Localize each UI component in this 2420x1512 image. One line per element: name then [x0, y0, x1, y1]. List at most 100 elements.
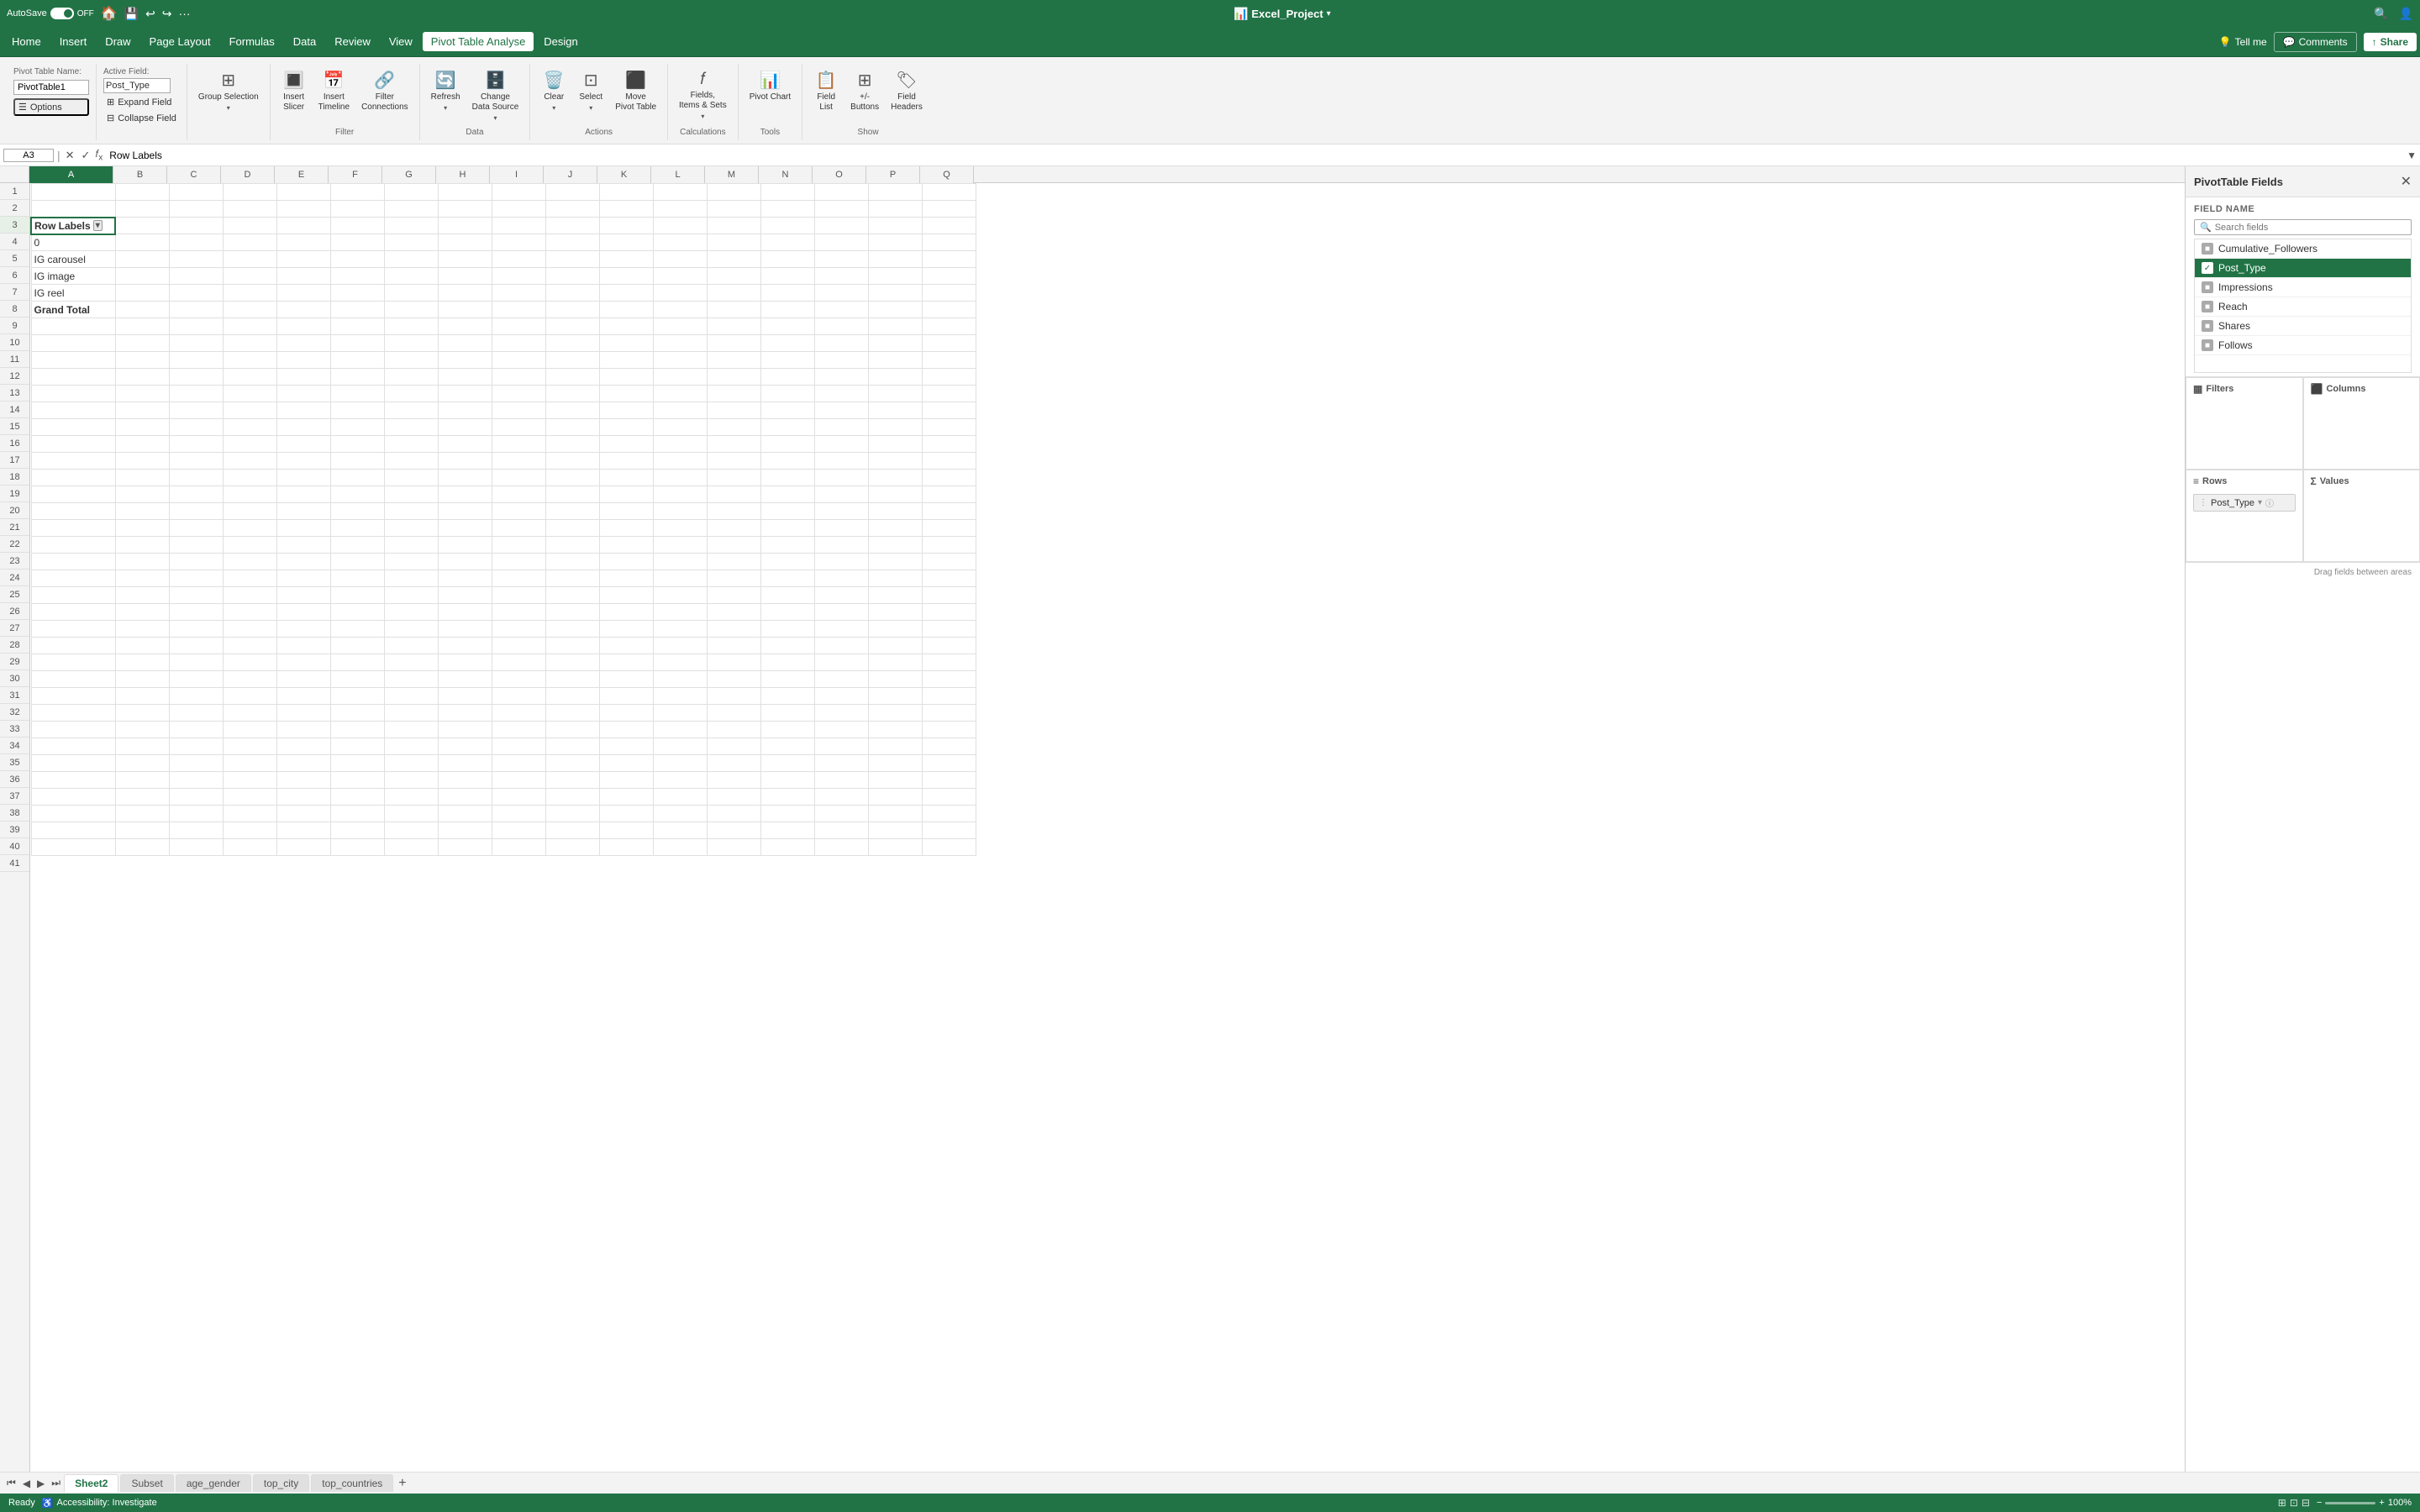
cell-Q3[interactable] — [922, 218, 976, 234]
cell-G6[interactable] — [384, 268, 438, 285]
col-header-F[interactable]: F — [329, 166, 382, 183]
col-header-I[interactable]: I — [490, 166, 544, 183]
col-header-A[interactable]: A — [29, 166, 113, 183]
cell-D2[interactable] — [223, 201, 276, 218]
row-num-8[interactable]: 8 — [0, 301, 29, 318]
plus-minus-buttons-button[interactable]: ⊞ +/-Buttons — [846, 67, 883, 115]
col-header-P[interactable]: P — [866, 166, 920, 183]
pivot-chart-button[interactable]: 📊 Pivot Chart — [745, 67, 795, 105]
cell-C5[interactable] — [169, 251, 223, 268]
cell-N5[interactable] — [760, 251, 814, 268]
cell-O7[interactable] — [814, 285, 868, 302]
autosave-toggle[interactable] — [50, 8, 74, 19]
cell-C6[interactable] — [169, 268, 223, 285]
row-num-29[interactable]: 29 — [0, 654, 29, 670]
clear-button[interactable]: 🗑️ Clear ▾ — [537, 67, 571, 114]
options-button[interactable]: ☰ Options — [13, 98, 89, 116]
cell-C3[interactable] — [169, 218, 223, 234]
cell-H4[interactable] — [438, 234, 492, 251]
cell-L5[interactable] — [653, 251, 707, 268]
row-num-4[interactable]: 4 — [0, 234, 29, 250]
select-button[interactable]: ⊡ Select ▾ — [574, 67, 608, 114]
row-num-12[interactable]: 12 — [0, 368, 29, 385]
row-num-39[interactable]: 39 — [0, 822, 29, 838]
cell-I2[interactable] — [492, 201, 545, 218]
cell-F4[interactable] — [330, 234, 384, 251]
cell-O2[interactable] — [814, 201, 868, 218]
menu-item-review[interactable]: Review — [326, 32, 379, 51]
zoom-in-icon[interactable]: + — [2379, 1498, 2384, 1508]
menu-item-view[interactable]: View — [381, 32, 421, 51]
cell-H2[interactable] — [438, 201, 492, 218]
change-data-source-button[interactable]: 🗄️ ChangeData Source ▾ — [468, 67, 523, 124]
cell-G3[interactable] — [384, 218, 438, 234]
search-icon[interactable]: 🔍 — [2374, 7, 2388, 21]
cell-G1[interactable] — [384, 184, 438, 201]
cell-E6[interactable] — [276, 268, 330, 285]
cell-L1[interactable] — [653, 184, 707, 201]
formula-input[interactable] — [106, 150, 2403, 161]
cell-K2[interactable] — [599, 201, 653, 218]
cell-M2[interactable] — [707, 201, 760, 218]
cell-N7[interactable] — [760, 285, 814, 302]
row-labels-filter-icon[interactable]: ▾ — [93, 220, 103, 231]
insert-timeline-button[interactable]: 📅 InsertTimeline — [314, 67, 354, 115]
cell-N8[interactable] — [760, 302, 814, 318]
field-item-impressions[interactable]: ■ Impressions — [2195, 278, 2411, 297]
row-num-33[interactable]: 33 — [0, 721, 29, 738]
cell-L2[interactable] — [653, 201, 707, 218]
cell-Q7[interactable] — [922, 285, 976, 302]
col-header-E[interactable]: E — [275, 166, 329, 183]
cell-L8[interactable] — [653, 302, 707, 318]
cell-P3[interactable] — [868, 218, 922, 234]
cell-I4[interactable] — [492, 234, 545, 251]
row-num-27[interactable]: 27 — [0, 620, 29, 637]
row-num-14[interactable]: 14 — [0, 402, 29, 418]
cell-B8[interactable] — [115, 302, 169, 318]
zoom-slider[interactable] — [2325, 1502, 2375, 1504]
cell-E4[interactable] — [276, 234, 330, 251]
cell-A3[interactable]: Row Labels ▾ — [31, 218, 115, 234]
cell-J4[interactable] — [545, 234, 599, 251]
cell-B4[interactable] — [115, 234, 169, 251]
row-num-31[interactable]: 31 — [0, 687, 29, 704]
cell-A8[interactable]: Grand Total — [31, 302, 115, 318]
cell-C2[interactable] — [169, 201, 223, 218]
cell-Q8[interactable] — [922, 302, 976, 318]
page-layout-view-icon[interactable]: ⊡ — [2290, 1497, 2298, 1509]
save-icon[interactable]: 💾 — [124, 7, 139, 21]
field-checkbox-reach[interactable]: ■ — [2202, 301, 2213, 312]
pivot-table-name-input[interactable] — [13, 80, 89, 95]
formula-expand-button[interactable]: ▼ — [2407, 150, 2417, 161]
cell-K1[interactable] — [599, 184, 653, 201]
row-num-17[interactable]: 17 — [0, 452, 29, 469]
cell-M3[interactable] — [707, 218, 760, 234]
cell-K3[interactable] — [599, 218, 653, 234]
cell-E1[interactable] — [276, 184, 330, 201]
sheet-tab-subset[interactable]: Subset — [120, 1474, 173, 1492]
cell-C7[interactable] — [169, 285, 223, 302]
row-num-40[interactable]: 40 — [0, 838, 29, 855]
cell-O3[interactable] — [814, 218, 868, 234]
cell-D3[interactable] — [223, 218, 276, 234]
cell-G5[interactable] — [384, 251, 438, 268]
sheet-add-button[interactable]: + — [395, 1476, 409, 1491]
cell-K7[interactable] — [599, 285, 653, 302]
cell-K6[interactable] — [599, 268, 653, 285]
cell-A9[interactable] — [31, 318, 115, 335]
cell-O4[interactable] — [814, 234, 868, 251]
cell-J5[interactable] — [545, 251, 599, 268]
row-num-23[interactable]: 23 — [0, 553, 29, 570]
refresh-button[interactable]: 🔄 Refresh ▾ — [427, 67, 465, 114]
col-header-Q[interactable]: Q — [920, 166, 974, 183]
row-num-9[interactable]: 9 — [0, 318, 29, 334]
cell-J8[interactable] — [545, 302, 599, 318]
row-num-2[interactable]: 2 — [0, 200, 29, 217]
share-button[interactable]: ↑ Share — [2364, 33, 2417, 51]
cell-B2[interactable] — [115, 201, 169, 218]
rows-chip-menu-icon[interactable]: ▾ — [2258, 498, 2262, 507]
group-selection-button[interactable]: ⊞ Group Selection ▾ — [194, 67, 263, 114]
cell-Q4[interactable] — [922, 234, 976, 251]
row-num-35[interactable]: 35 — [0, 754, 29, 771]
cell-E8[interactable] — [276, 302, 330, 318]
